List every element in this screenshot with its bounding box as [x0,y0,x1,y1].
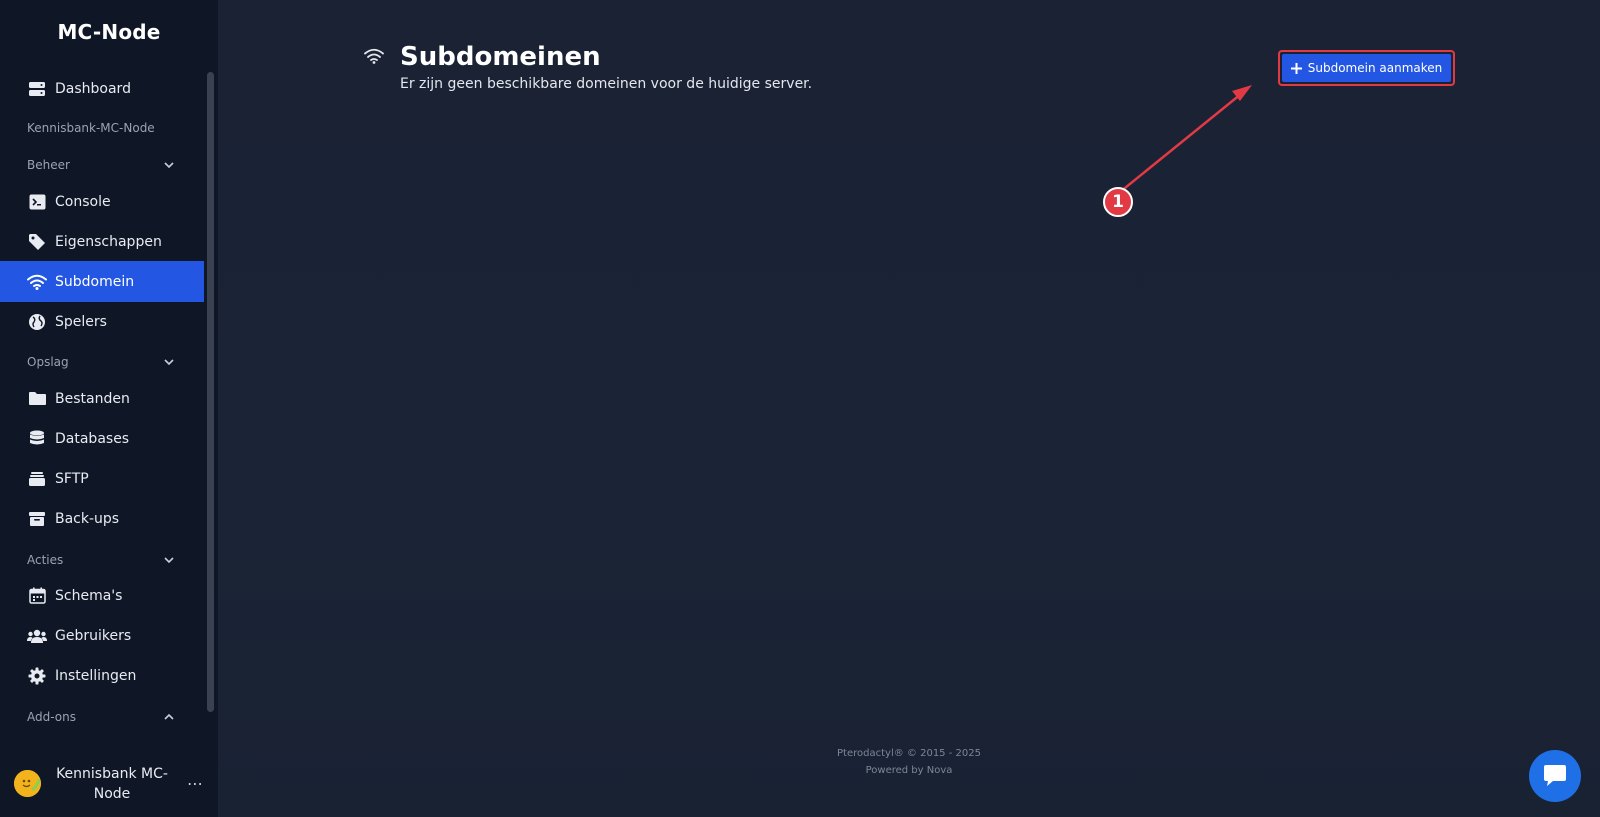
sidebar-item-subdomein[interactable]: Subdomein [0,261,204,302]
user-name: Kennisbank MC-Node [56,766,168,802]
gear-icon [27,666,47,686]
chevron-up-icon [164,713,174,720]
tag-icon [27,232,47,252]
sidebar-item-instellingen[interactable]: Instellingen [0,655,204,696]
brand-logo-text[interactable]: MC-Node [0,20,218,44]
sidebar-item-label: Dashboard [55,80,131,97]
annotation-arrow [1119,85,1252,193]
sidebar-item-label: SFTP [55,470,89,487]
server-icon [27,79,47,99]
sidebar-item-sftp[interactable]: SFTP [0,458,204,499]
sidebar-item-dashboard[interactable]: Dashboard [0,68,204,109]
chat-button[interactable] [1529,750,1581,802]
folder-icon [27,389,47,409]
sidebar-item-gebruikers[interactable]: Gebruikers [0,615,204,656]
main-content: Subdomeinen Er zijn geen beschikbare dom… [218,0,1600,817]
sidebar-item-label: Subdomein [55,273,135,290]
sidebar-item-schemas[interactable]: Schema's [0,575,204,616]
chevron-down-icon [164,359,174,366]
avatar[interactable] [14,770,41,797]
database-icon [27,429,47,449]
sidebar-item-label: Instellingen [55,667,137,684]
globe-icon [27,312,47,332]
sidebar-item-label: Bestanden [55,390,130,407]
footer-copyright: Pterodactyl® © 2015 - 2025 [837,748,981,759]
sidebar-item-label: Spelers [55,313,107,330]
section-beheer[interactable]: Beheer [0,153,204,177]
users-icon [27,626,47,646]
section-acties[interactable]: Acties [0,548,204,572]
sidebar-item-label: Back-ups [55,510,120,527]
annotation-number-badge: 1 [1103,187,1133,217]
sidebar-item-spelers[interactable]: Spelers [0,301,204,342]
chevron-down-icon [164,162,174,169]
server-name-text: Kennisbank-MC-Node [27,121,155,135]
more-options-icon[interactable]: ⋯ [184,772,206,794]
section-opslag[interactable]: Opslag [0,350,204,374]
sidebar: MC-Node Dashboard Kennisbank-MC-Node Beh… [0,0,218,817]
sidebar-item-backups[interactable]: Back-ups [0,498,204,539]
footer-powered-by: Powered by Nova [865,765,953,776]
chat-icon [1544,765,1566,786]
footer: Pterodactyl® © 2015 - 2025 Powered by No… [218,745,1600,779]
sidebar-item-console[interactable]: Console [0,181,204,222]
sidebar-item-label: Console [55,193,111,210]
wifi-icon [27,272,47,292]
user-panel[interactable]: Kennisbank MC-Node ⋯ [0,760,218,817]
section-addons[interactable]: Add-ons [0,705,204,729]
chevron-down-icon [164,557,174,564]
server-name-label: Kennisbank-MC-Node [0,117,204,139]
section-label: Add-ons [27,710,76,724]
layers-icon [27,469,47,489]
section-label: Acties [27,553,64,567]
calendar-icon [27,586,47,606]
sidebar-item-label: Eigenschappen [55,233,162,250]
sidebar-item-label: Databases [55,430,130,447]
sidebar-item-databases[interactable]: Databases [0,418,204,459]
archive-icon [27,509,47,529]
terminal-icon [27,192,47,212]
sidebar-item-bestanden[interactable]: Bestanden [0,378,204,419]
section-label: Opslag [27,355,69,369]
sidebar-item-eigenschappen[interactable]: Eigenschappen [0,221,204,262]
sidebar-scrollbar[interactable] [207,72,214,712]
section-label: Beheer [27,158,70,172]
sidebar-item-label: Schema's [55,587,123,604]
sidebar-item-label: Gebruikers [55,627,132,644]
